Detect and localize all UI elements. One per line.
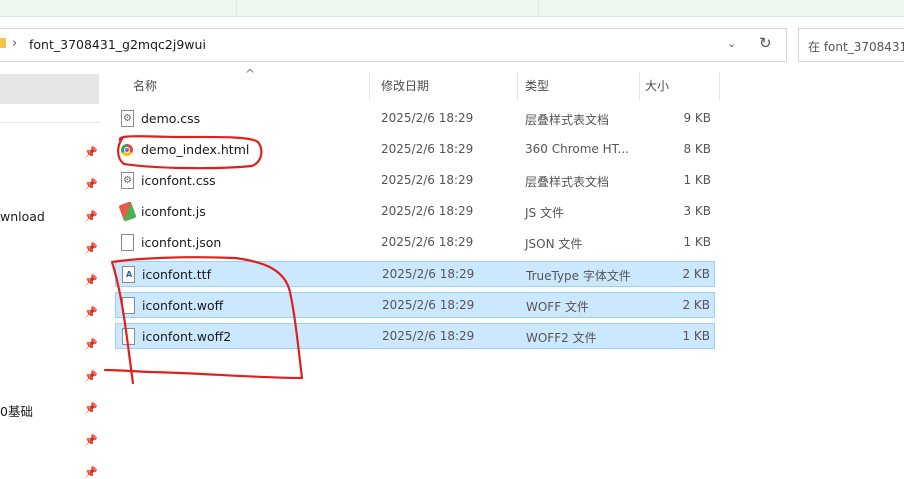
js-file-icon <box>118 201 137 222</box>
file-name: demo_index.html <box>141 142 250 157</box>
html-file-icon <box>121 144 133 156</box>
window-top-strip <box>0 0 904 17</box>
file-size: 1 KB <box>683 173 711 187</box>
file-name: iconfont.woff2 <box>142 329 232 344</box>
file-date: 2025/2/6 18:29 <box>382 267 475 281</box>
file-type: WOFF2 文件 <box>526 331 597 345</box>
file-type: JSON 文件 <box>525 237 583 251</box>
file-row-selected[interactable]: iconfont.ttf 2025/2/6 18:29 TrueType 字体文… <box>115 261 715 287</box>
column-header-row: ^ 名称 修改日期 类型 大小 <box>115 67 720 100</box>
pin-icon[interactable]: 📌 <box>84 178 98 191</box>
file-row[interactable]: iconfont.json 2025/2/6 18:29 JSON 文件 1 K… <box>115 230 715 256</box>
file-date: 2025/2/6 18:29 <box>381 142 474 156</box>
file-name: iconfont.json <box>141 235 222 250</box>
strip-divider <box>538 0 539 16</box>
folder-icon <box>0 38 6 48</box>
navigation-pane: 📌 📌 wnload 📌 📌 📌 📌 📌 📌 0基础 📌 📌 📌 <box>0 68 102 479</box>
file-type: 层叠样式表文档 <box>525 175 610 189</box>
file-name: iconfont.ttf <box>142 267 211 282</box>
file-size: 1 KB <box>682 329 710 343</box>
nav-selected-item[interactable] <box>0 74 99 104</box>
css-file-icon <box>121 110 134 127</box>
file-date: 2025/2/6 18:29 <box>382 329 475 343</box>
column-header-type-label: 类型 <box>525 79 550 93</box>
pin-icon[interactable]: 📌 <box>84 370 98 383</box>
nav-item-basics[interactable]: 0基础 <box>0 401 33 420</box>
file-type: 360 Chrome HT... <box>525 142 629 156</box>
file-type: JS 文件 <box>525 206 564 220</box>
nav-divider <box>0 122 100 123</box>
file-row[interactable]: demo.css 2025/2/6 18:29 层叠样式表文档 9 KB <box>115 106 715 132</box>
file-row[interactable]: iconfont.css 2025/2/6 18:29 层叠样式表文档 1 KB <box>115 168 715 194</box>
pin-icon[interactable]: 📌 <box>84 466 98 479</box>
file-size: 3 KB <box>683 204 711 218</box>
pin-icon[interactable]: 📌 <box>84 434 98 447</box>
file-date: 2025/2/6 18:29 <box>381 235 474 249</box>
file-size: 8 KB <box>683 142 711 156</box>
file-size: 1 KB <box>683 235 711 249</box>
breadcrumb-current-folder[interactable]: font_3708431_g2mqc2j9wui <box>29 37 206 52</box>
pin-icon[interactable]: 📌 <box>84 146 98 159</box>
file-row-selected[interactable]: iconfont.woff 2025/2/6 18:29 WOFF 文件 2 K… <box>115 292 715 318</box>
file-row[interactable]: demo_index.html 2025/2/6 18:29 360 Chrom… <box>115 137 715 163</box>
woff2-file-icon <box>122 328 135 345</box>
file-size: 2 KB <box>682 298 710 312</box>
column-header-size-label: 大小 <box>645 79 670 93</box>
strip-divider <box>236 0 237 16</box>
pin-icon[interactable]: 📌 <box>84 338 98 351</box>
file-row-selected[interactable]: iconfont.woff2 2025/2/6 18:29 WOFF2 文件 1… <box>115 323 715 349</box>
json-file-icon <box>121 234 134 251</box>
address-history-chevron-down-icon[interactable]: ⌄ <box>727 37 736 50</box>
file-size: 9 KB <box>683 111 711 125</box>
pin-icon[interactable]: 📌 <box>84 274 98 287</box>
pin-icon[interactable]: 📌 <box>84 210 98 223</box>
breadcrumb-separator-icon: › <box>12 36 18 51</box>
search-placeholder: 在 font_3708431_g... <box>808 40 904 54</box>
column-header-type[interactable]: 类型 <box>518 72 640 100</box>
ttf-file-icon <box>122 266 135 283</box>
file-type: TrueType 字体文件 <box>526 269 631 283</box>
file-date: 2025/2/6 18:29 <box>381 204 474 218</box>
column-header-name-label: 名称 <box>133 79 158 93</box>
refresh-icon[interactable]: ↻ <box>759 34 772 52</box>
file-name: demo.css <box>141 111 201 126</box>
column-header-size[interactable]: 大小 <box>640 72 720 100</box>
file-type: WOFF 文件 <box>526 300 589 314</box>
pin-icon[interactable]: 📌 <box>84 242 98 255</box>
file-row[interactable]: iconfont.js 2025/2/6 18:29 JS 文件 3 KB <box>115 199 715 225</box>
column-header-name[interactable]: 名称 <box>115 72 370 100</box>
nav-item-download[interactable]: wnload <box>0 209 45 224</box>
pin-icon[interactable]: 📌 <box>84 306 98 319</box>
column-header-date[interactable]: 修改日期 <box>375 72 518 100</box>
file-date: 2025/2/6 18:29 <box>382 298 475 312</box>
column-header-date-label: 修改日期 <box>381 79 430 93</box>
woff-file-icon <box>122 297 135 314</box>
file-name: iconfont.css <box>141 173 216 188</box>
search-input[interactable]: 在 font_3708431_g... <box>798 28 904 62</box>
file-date: 2025/2/6 18:29 <box>381 173 474 187</box>
file-date: 2025/2/6 18:29 <box>381 111 474 125</box>
file-size: 2 KB <box>682 267 710 281</box>
file-type: 层叠样式表文档 <box>525 113 610 127</box>
css-file-icon <box>121 172 134 189</box>
file-name: iconfont.js <box>141 204 206 219</box>
file-name: iconfont.woff <box>142 298 224 313</box>
pin-icon[interactable]: 📌 <box>84 402 98 415</box>
address-bar[interactable]: › font_3708431_g2mqc2j9wui ⌄ ↻ <box>0 28 787 62</box>
